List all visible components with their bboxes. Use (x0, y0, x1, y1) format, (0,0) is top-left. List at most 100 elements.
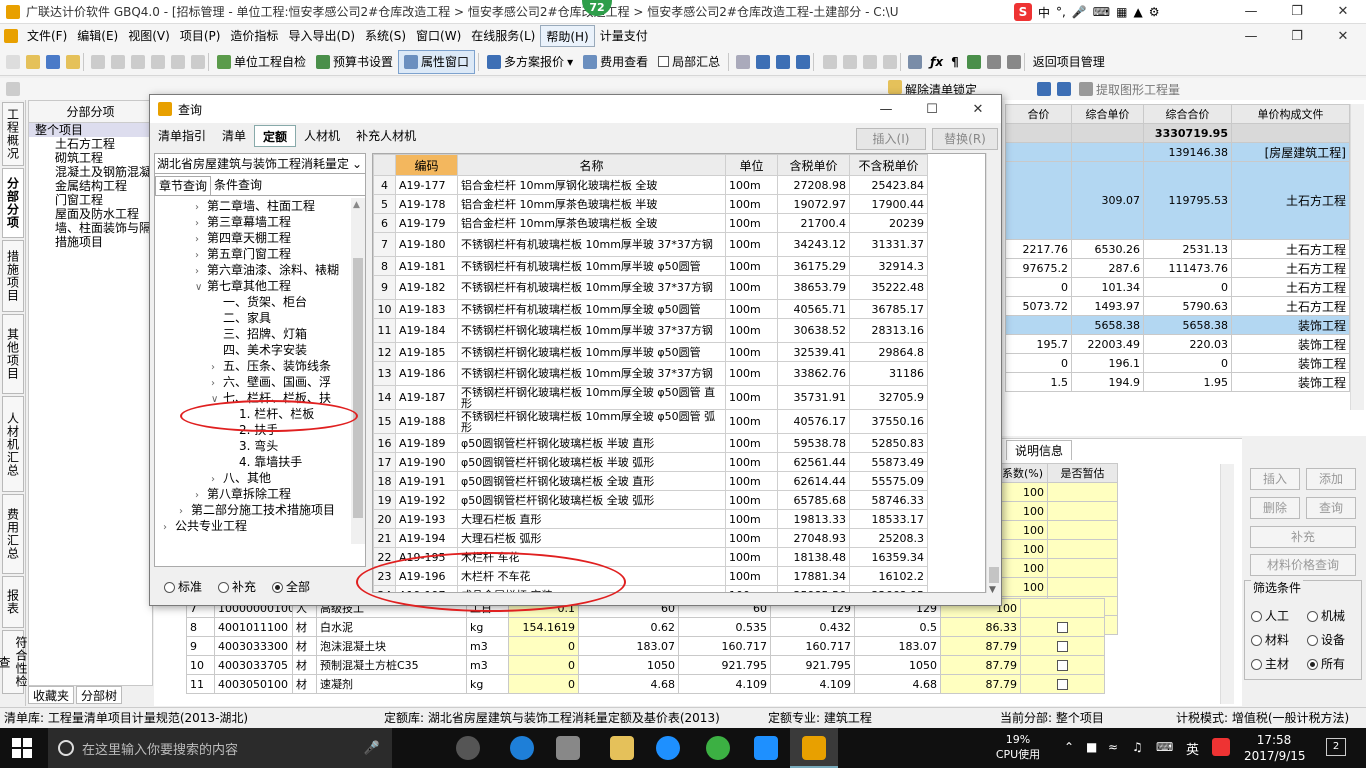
self-check-button[interactable]: 单位工程自检 (212, 50, 311, 74)
quota-cell[interactable]: 19 (373, 490, 396, 510)
grid-cell[interactable] (1071, 142, 1144, 162)
quota-cell[interactable]: φ50圆钢管栏杆钢化玻璃栏板 全玻 直形 (457, 471, 726, 491)
radio-material[interactable] (1251, 635, 1262, 646)
coef-cell[interactable]: 100 (997, 501, 1048, 521)
microphone-icon[interactable]: 🎤 (364, 741, 380, 756)
grid-cell[interactable] (1005, 315, 1072, 335)
radio-main-material[interactable] (1251, 659, 1262, 670)
chapter-tree-item[interactable]: › 第二部分施工技术措施项目 (155, 502, 351, 518)
quota-cell[interactable]: 不锈钢栏杆钢化玻璃栏板 10mm厚半玻 φ50圆管 (457, 342, 726, 362)
open-icon[interactable] (26, 54, 40, 69)
quota-cell[interactable]: 100m (725, 175, 778, 195)
insert-icon[interactable] (6, 82, 20, 96)
windows-start-icon[interactable] (12, 738, 32, 758)
delete-icon[interactable] (151, 54, 165, 69)
provisional-checkbox[interactable] (1057, 622, 1068, 633)
quota-library-select[interactable]: 湖北省房屋建筑与装饰工程消耗量定 ⌄ (155, 154, 365, 174)
tab-supplement-lmm[interactable]: 补充人材机 (348, 125, 424, 147)
quota-cell[interactable]: 25208.3 (849, 528, 928, 548)
glodon-icon[interactable] (656, 736, 680, 760)
menu-view[interactable]: 视图(V) (123, 25, 175, 47)
radio-all-quota[interactable] (272, 581, 284, 593)
col-name[interactable]: 名称 (457, 154, 726, 176)
scroll-down-icon[interactable]: ▼ (989, 585, 996, 595)
quota-cell[interactable]: 100m (725, 385, 778, 410)
quota-cell[interactable]: 11 (373, 318, 396, 343)
restore-button[interactable]: ❐ (1274, 0, 1320, 23)
input-language[interactable]: 英 (1186, 739, 1199, 758)
quota-cell[interactable]: 大理石栏板 直形 (457, 509, 726, 529)
quota-cell[interactable]: 21 (373, 528, 396, 548)
chapter-tree-item[interactable]: › 八、其他 (155, 470, 351, 486)
quota-row[interactable]: 14 A19-187 不锈钢栏杆钢化玻璃栏板 10mm厚全玻 φ50圆管 直形 100… (373, 385, 928, 410)
coef-cell[interactable]: 100 (997, 577, 1048, 597)
quota-cell[interactable]: 10 (373, 299, 396, 319)
mdi-minimize-button[interactable]: — (1228, 25, 1274, 47)
quota-cell[interactable]: 铝合金栏杆 10mm厚钢化玻璃栏板 全玻 (457, 175, 726, 195)
supplement-button[interactable]: 补充 (1250, 526, 1356, 548)
quota-row[interactable]: 13 A19-186 不锈钢栏杆钢化玻璃栏板 10mm厚全玻 37*37方钢 100m… (373, 361, 928, 386)
first-icon[interactable] (736, 54, 751, 69)
quota-row[interactable]: 19 A19-192 φ50圆钢管栏杆钢化玻璃栏板 全玻 弧形 100m 65785.6… (373, 490, 928, 510)
chapter-tree-item[interactable]: › 第六章油漆、涂料、裱糊 (155, 262, 351, 278)
file-explorer-icon[interactable] (610, 736, 634, 760)
grid-cell[interactable]: 5658.38 (1071, 315, 1144, 335)
quota-cell[interactable]: 5 (373, 194, 396, 214)
quota-cell[interactable]: A19-193 (395, 509, 458, 529)
quota-cell[interactable]: 100m (725, 361, 778, 386)
quota-cell[interactable]: 36175.29 (777, 256, 850, 276)
quota-cell[interactable]: A19-191 (395, 471, 458, 491)
grid-cell[interactable]: 材 (292, 674, 317, 694)
grid-cell[interactable]: 土石方工程 (1231, 239, 1350, 259)
grid-cell[interactable]: 0 (508, 655, 579, 675)
chapter-tree-item[interactable]: › 第二章墙、柱面工程 (155, 198, 351, 214)
quota-cell[interactable]: φ50圆钢管栏杆钢化玻璃栏板 半玻 直形 (457, 433, 726, 453)
grid-cell[interactable]: 160.717 (770, 636, 855, 656)
quota-cell[interactable]: 34243.12 (777, 232, 850, 257)
grid-cell[interactable]: 87.79 (940, 655, 1021, 675)
grid-cell[interactable]: 装饰工程 (1231, 372, 1350, 392)
quota-cell[interactable]: A19-187 (395, 385, 458, 410)
col-notax-price[interactable]: 不含税单价 (849, 154, 928, 176)
dialog-insert-button[interactable]: 插入(I) (856, 128, 926, 150)
grid-cell[interactable]: 土石方工程 (1231, 258, 1350, 278)
quota-cell[interactable]: 18138.48 (777, 547, 850, 567)
quota-cell[interactable]: 59538.78 (777, 433, 850, 453)
quota-cell[interactable]: 19813.33 (777, 509, 850, 529)
quota-grid-scrollbar[interactable]: ▼ (986, 153, 1000, 595)
material-price-query-button[interactable]: 材料价格查询 (1250, 554, 1356, 576)
quota-cell[interactable]: 38653.79 (777, 275, 850, 300)
grid-cell[interactable]: 泡沫混凝土块 (316, 636, 467, 656)
ime-toolbar[interactable]: S 中 °, 🎤 ⌨ ▦ ▲ ⚙ (1014, 2, 1159, 22)
quota-cell[interactable]: 30638.52 (777, 318, 850, 343)
grid-cell[interactable]: m3 (466, 636, 509, 656)
quota-row[interactable]: 17 A19-190 φ50圆钢管栏杆钢化玻璃栏板 半玻 弧形 100m 62561.4… (373, 452, 928, 472)
quota-cell[interactable]: A19-186 (395, 361, 458, 386)
grid-cell[interactable]: 0 (1005, 277, 1072, 297)
provisional-checkbox[interactable] (1057, 679, 1068, 690)
up-arrow-icon[interactable] (1037, 82, 1052, 96)
last-icon[interactable] (796, 54, 811, 69)
provisional-checkbox[interactable] (1057, 660, 1068, 671)
grid-cell[interactable]: 土石方工程 (1231, 296, 1350, 316)
grid-cell[interactable]: 160.717 (678, 636, 771, 656)
grid-cell[interactable]: 921.795 (678, 655, 771, 675)
quota-cell[interactable]: φ50圆钢管栏杆钢化玻璃栏板 半玻 弧形 (457, 452, 726, 472)
keyboard-icon[interactable]: ⌨ (1093, 5, 1110, 19)
dialog-replace-button[interactable]: 替换(R) (932, 128, 998, 150)
quota-cell[interactable]: 不锈钢栏杆钢化玻璃栏板 10mm厚全玻 φ50圆管 直形 (457, 385, 726, 410)
edge-icon[interactable] (510, 736, 534, 760)
chapter-tree-scrollbar[interactable]: ▲ (351, 198, 365, 544)
quota-row[interactable]: 9 A19-182 不锈钢栏杆有机玻璃栏板 10mm厚全玻 37*37方钢 100m 3… (373, 275, 928, 300)
360-browser-icon[interactable] (706, 736, 730, 760)
tab-division-items[interactable]: 分部分项 (2, 168, 24, 238)
tab-reports[interactable]: 报表 (2, 576, 24, 628)
tab-material-summary[interactable]: 人材机汇总 (2, 396, 24, 492)
quota-cell[interactable]: 100m (725, 490, 778, 510)
ime-chinese-label[interactable]: 中 (1038, 4, 1050, 21)
quota-cell[interactable]: 7 (373, 232, 396, 257)
quota-row[interactable]: 21 A19-194 大理石栏板 弧形 100m 27048.93 25208.3 (373, 528, 928, 548)
grid-cell[interactable]: 111473.76 (1143, 258, 1232, 278)
grid-cell[interactable]: 4001011100 (214, 617, 293, 637)
prev-icon[interactable] (756, 54, 771, 69)
